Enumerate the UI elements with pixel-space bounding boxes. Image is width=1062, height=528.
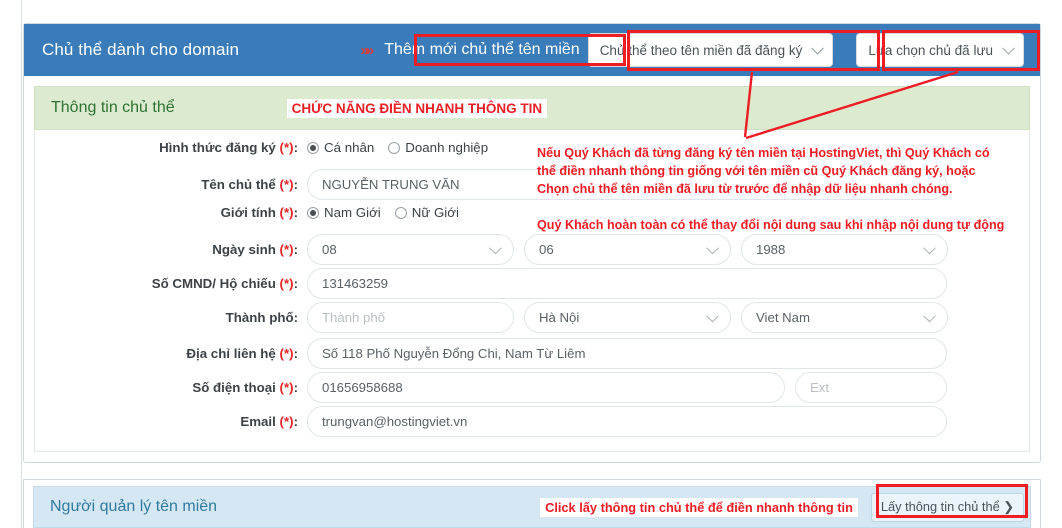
domain-manager-title: Người quản lý tên miền: [50, 498, 218, 515]
province-value: Hà Nội: [539, 310, 580, 325]
quickfill-annotation: CHỨC NĂNG ĐIỀN NHANH THÔNG TIN: [286, 98, 548, 118]
domain-manager-panel: Người quản lý tên miền Click lấy thông t…: [23, 479, 1041, 528]
get-subject-info-button[interactable]: Lấy thông tin chủ thể ❯: [870, 492, 1024, 522]
click-annotation: Click lấy thông tin chủ thể để điền nhan…: [540, 497, 858, 517]
header-actions: »» Thêm mới chủ thể tên miền Chủ thể the…: [361, 33, 1026, 67]
tooltip-annotation-block-1: Nếu Quý Khách đã từng đăng ký tên miền t…: [537, 145, 1037, 198]
tooltip-line-2: thể điền nhanh thông tin giống với tên m…: [537, 163, 976, 178]
chevron-down-icon: [923, 241, 936, 254]
radio-male[interactable]: Nam Giới: [307, 205, 381, 220]
radio-indicator: [307, 206, 319, 219]
page-title: Chủ thể dành cho domain: [42, 40, 239, 59]
birthday-day-value: 08: [322, 242, 337, 257]
form-row-city: Thành phố: Thành phố Hà Nội Viet Nam: [35, 302, 1029, 333]
form-row-address: Địa chỉ liên hệ (*): Số 118 Phố Nguyễn Đ…: [35, 338, 1029, 369]
phone-input[interactable]: 01656958688: [307, 372, 785, 403]
registered-domain-subject-select[interactable]: Chủ thể theo tên miền đã đăng ký: [587, 33, 834, 67]
phone-ext-input[interactable]: Ext: [795, 372, 947, 403]
radio-personal-label: Cá nhân: [324, 140, 375, 155]
address-label: Địa chỉ liên hệ (*):: [186, 346, 298, 361]
radio-female[interactable]: Nữ Giới: [394, 205, 459, 220]
birthday-year-value: 1988: [756, 242, 786, 257]
birthday-label: Ngày sinh (*):: [212, 242, 298, 257]
birthday-year-select[interactable]: 1988: [741, 234, 948, 265]
add-new-subject-link[interactable]: Thêm mới chủ thể tên miền: [380, 39, 582, 62]
gender-label: Giới tính (*):: [220, 205, 298, 220]
id-number-input[interactable]: 131463259: [307, 268, 947, 299]
registered-domain-subject-value: Chủ thể theo tên miền đã đăng ký: [599, 42, 803, 58]
chevrons-right-icon: »»: [360, 41, 375, 59]
registration-type-label: Hình thức đăng ký (*):: [159, 140, 298, 155]
subject-name-label: Tên chủ thể (*):: [201, 177, 298, 192]
phone-label: Số điện thoại (*):: [192, 380, 298, 395]
radio-indicator: [394, 206, 407, 219]
chevron-down-icon: [1002, 41, 1015, 55]
radio-male-label: Nam Giới: [324, 205, 381, 220]
birthday-day-select[interactable]: 08: [307, 234, 514, 265]
radio-indicator: [307, 141, 319, 154]
registration-type-radios: Cá nhân Doanh nghiệp: [307, 140, 488, 155]
province-select[interactable]: Hà Nội: [524, 302, 731, 333]
country-select[interactable]: Viet Nam: [741, 302, 948, 333]
radio-indicator: [388, 141, 401, 154]
chevron-down-icon: [706, 241, 719, 254]
subject-info-section-header: Thông tin chủ thể CHỨC NĂNG ĐIỀN NHANH T…: [34, 86, 1030, 130]
tooltip-line-3: Chọn chủ thể tên miền đã lưu từ trước để…: [537, 181, 953, 196]
form-row-phone: Số điện thoại (*): 01656958688 Ext: [35, 372, 1029, 403]
city-label: Thành phố:: [225, 310, 298, 325]
page-root: Chủ thể dành cho domain »» Thêm mới chủ …: [0, 0, 1062, 528]
radio-business[interactable]: Doanh nghiệp: [388, 140, 488, 155]
form-row-birthday: Ngày sinh (*): 08 06 1988: [35, 234, 1029, 265]
birthday-month-value: 06: [539, 242, 554, 257]
address-input[interactable]: Số 118 Phố Nguyễn Đổng Chi, Nam Từ Liêm: [307, 338, 947, 369]
saved-subject-select[interactable]: Lựa chọn chủ đã lưu: [856, 33, 1024, 67]
form-row-email: Email (*): trungvan@hostingviet.vn: [35, 406, 1029, 437]
country-value: Viet Nam: [756, 310, 810, 325]
tooltip-line-4: Quý Khách hoàn toàn có thể thay đổi nội …: [537, 218, 1005, 232]
panel-header: Chủ thể dành cho domain »» Thêm mới chủ …: [24, 24, 1040, 76]
tooltip-annotation-block-2: Quý Khách hoàn toàn có thể thay đổi nội …: [537, 217, 1047, 235]
chevron-down-icon: [706, 309, 719, 322]
radio-business-label: Doanh nghiệp: [405, 140, 489, 155]
city-input[interactable]: Thành phố: [307, 302, 514, 333]
subject-panel: Chủ thể dành cho domain »» Thêm mới chủ …: [23, 23, 1041, 463]
id-number-label: Số CMND/ Hộ chiếu (*):: [151, 276, 298, 291]
chevron-down-icon: [923, 309, 936, 322]
chevron-down-icon: [811, 41, 825, 55]
birthday-month-select[interactable]: 06: [524, 234, 731, 265]
chevron-down-icon: [489, 241, 502, 254]
email-label: Email (*):: [240, 414, 298, 429]
radio-personal[interactable]: Cá nhân: [307, 140, 374, 155]
subject-info-title: Thông tin chủ thể: [51, 99, 175, 116]
radio-female-label: Nữ Giới: [411, 205, 459, 220]
domain-manager-section-header: Người quản lý tên miền Click lấy thông t…: [33, 486, 1031, 528]
gender-radios: Nam Giới Nữ Giới: [307, 205, 459, 220]
saved-subject-value: Lựa chọn chủ đã lưu: [868, 42, 993, 58]
form-row-id-number: Số CMND/ Hộ chiếu (*): 131463259: [35, 268, 1029, 299]
tooltip-line-1: Nếu Quý Khách đã từng đăng ký tên miền t…: [537, 146, 990, 160]
email-input[interactable]: trungvan@hostingviet.vn: [307, 406, 947, 437]
